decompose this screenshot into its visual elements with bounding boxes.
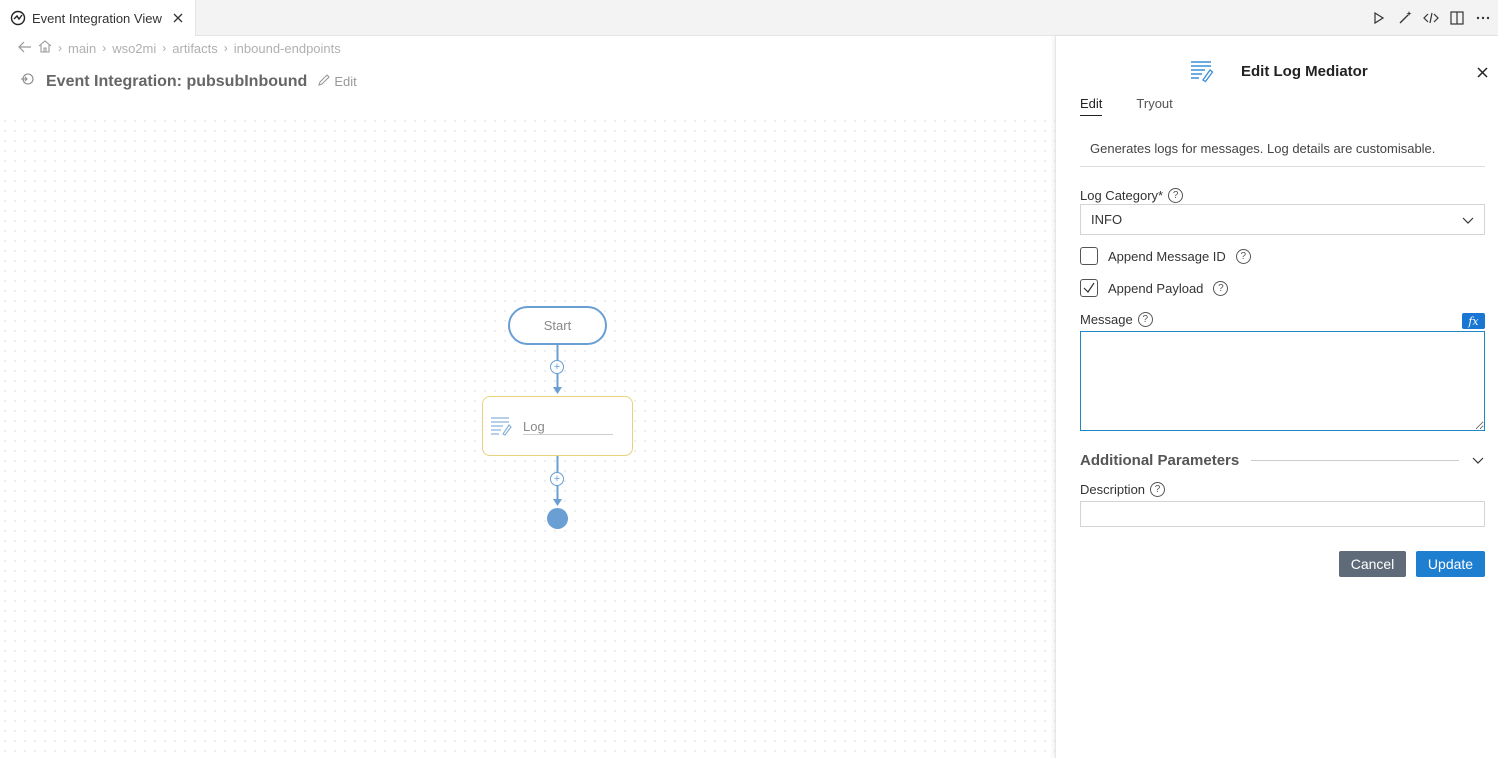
canvas-header: › main › wso2mi › artifacts › inbound-en… (0, 36, 1055, 116)
breadcrumb-item[interactable]: artifacts (172, 41, 218, 56)
inbound-icon (20, 72, 34, 91)
message-textarea[interactable] (1080, 331, 1485, 431)
close-icon[interactable] (170, 10, 186, 26)
expression-toggle-button[interactable]: fx (1462, 313, 1485, 329)
append-message-id-row: Append Message ID ? (1080, 247, 1251, 265)
message-label: Message ? (1080, 312, 1153, 327)
append-payload-row: Append Payload ? (1080, 279, 1229, 297)
end-node (547, 508, 568, 529)
breadcrumb-item[interactable]: wso2mi (112, 41, 156, 56)
edit-button[interactable]: Edit (317, 73, 357, 90)
log-category-value: INFO (1091, 212, 1123, 227)
description-label-text: Description (1080, 482, 1146, 497)
message-label-text: Message (1080, 312, 1133, 327)
log-icon (1189, 58, 1215, 84)
breadcrumb: › main › wso2mi › artifacts › inbound-en… (18, 40, 341, 56)
help-icon[interactable]: ? (1137, 312, 1153, 327)
chevron-right-icon: › (58, 41, 62, 55)
close-icon[interactable] (1474, 64, 1490, 80)
log-node-label: Log (523, 419, 545, 434)
check-icon (1083, 282, 1095, 293)
page-title-row: Event Integration: pubsubInbound Edit (20, 72, 357, 91)
additional-parameters-section[interactable]: Additional Parameters (1080, 450, 1485, 470)
append-payload-label: Append Payload (1108, 280, 1204, 296)
breadcrumb-item[interactable]: inbound-endpoints (234, 41, 341, 56)
integration-icon (10, 10, 26, 26)
home-icon[interactable] (38, 40, 52, 56)
chevron-right-icon: › (102, 41, 107, 55)
log-category-label-text: Log Category* (1080, 188, 1164, 203)
update-button[interactable]: Update (1416, 551, 1485, 577)
split-editor-icon[interactable] (1448, 9, 1466, 27)
divider (1251, 459, 1459, 461)
editor-actions (1370, 0, 1492, 36)
additional-parameters-title: Additional Parameters (1080, 451, 1240, 469)
add-mediator-button[interactable]: + (550, 360, 564, 374)
help-icon[interactable]: ? (1235, 248, 1251, 264)
tab-edit[interactable]: Edit (1080, 96, 1103, 116)
tab-event-integration-view[interactable]: Event Integration View (0, 0, 196, 36)
breadcrumb-item[interactable]: main (68, 41, 96, 56)
add-mediator-button[interactable]: + (550, 472, 564, 486)
log-mediator-node[interactable]: Log (482, 396, 633, 456)
help-icon[interactable]: ? (1168, 188, 1184, 203)
code-icon[interactable] (1422, 9, 1440, 27)
append-payload-checkbox[interactable] (1080, 279, 1098, 297)
run-icon[interactable] (1370, 9, 1388, 27)
tab-title: Event Integration View (32, 10, 162, 26)
panel-header: Edit Log Mediator (1056, 36, 1498, 96)
help-icon[interactable]: ? (1150, 482, 1166, 497)
panel-title: Edit Log Mediator (1241, 63, 1368, 80)
mediator-description: Generates logs for messages. Log details… (1080, 136, 1485, 167)
edit-label: Edit (334, 74, 357, 89)
tab-tryout[interactable]: Tryout (1136, 96, 1172, 116)
chevron-down-icon (1462, 214, 1474, 226)
edit-log-mediator-panel: Edit Log Mediator Edit Tryout Generates … (1055, 36, 1498, 758)
panel-tabs: Edit Tryout (1080, 96, 1173, 116)
help-icon[interactable]: ? (1213, 280, 1229, 296)
start-node[interactable]: Start (508, 306, 607, 345)
append-message-id-checkbox[interactable] (1080, 247, 1098, 265)
chevron-right-icon: › (162, 41, 167, 55)
diagram-canvas[interactable]: › main › wso2mi › artifacts › inbound-en… (0, 36, 1055, 758)
description-label: Description ? (1080, 482, 1166, 497)
chevron-right-icon: › (223, 41, 228, 55)
pencil-icon (317, 73, 331, 90)
append-message-id-label: Append Message ID (1108, 248, 1226, 264)
description-input[interactable] (1080, 501, 1485, 527)
log-category-select[interactable]: INFO (1080, 204, 1485, 235)
back-arrow-icon[interactable] (18, 41, 32, 56)
chevron-down-icon[interactable] (1471, 453, 1485, 467)
magic-wand-icon[interactable] (1396, 9, 1414, 27)
log-category-label: Log Category* ? (1080, 188, 1184, 203)
log-icon (489, 414, 513, 438)
cancel-button[interactable]: Cancel (1339, 551, 1406, 577)
page-title: Event Integration: pubsubInbound (46, 72, 308, 90)
editor-tab-bar: Event Integration View (0, 0, 1498, 36)
divider (523, 434, 613, 435)
more-icon[interactable] (1474, 9, 1492, 27)
